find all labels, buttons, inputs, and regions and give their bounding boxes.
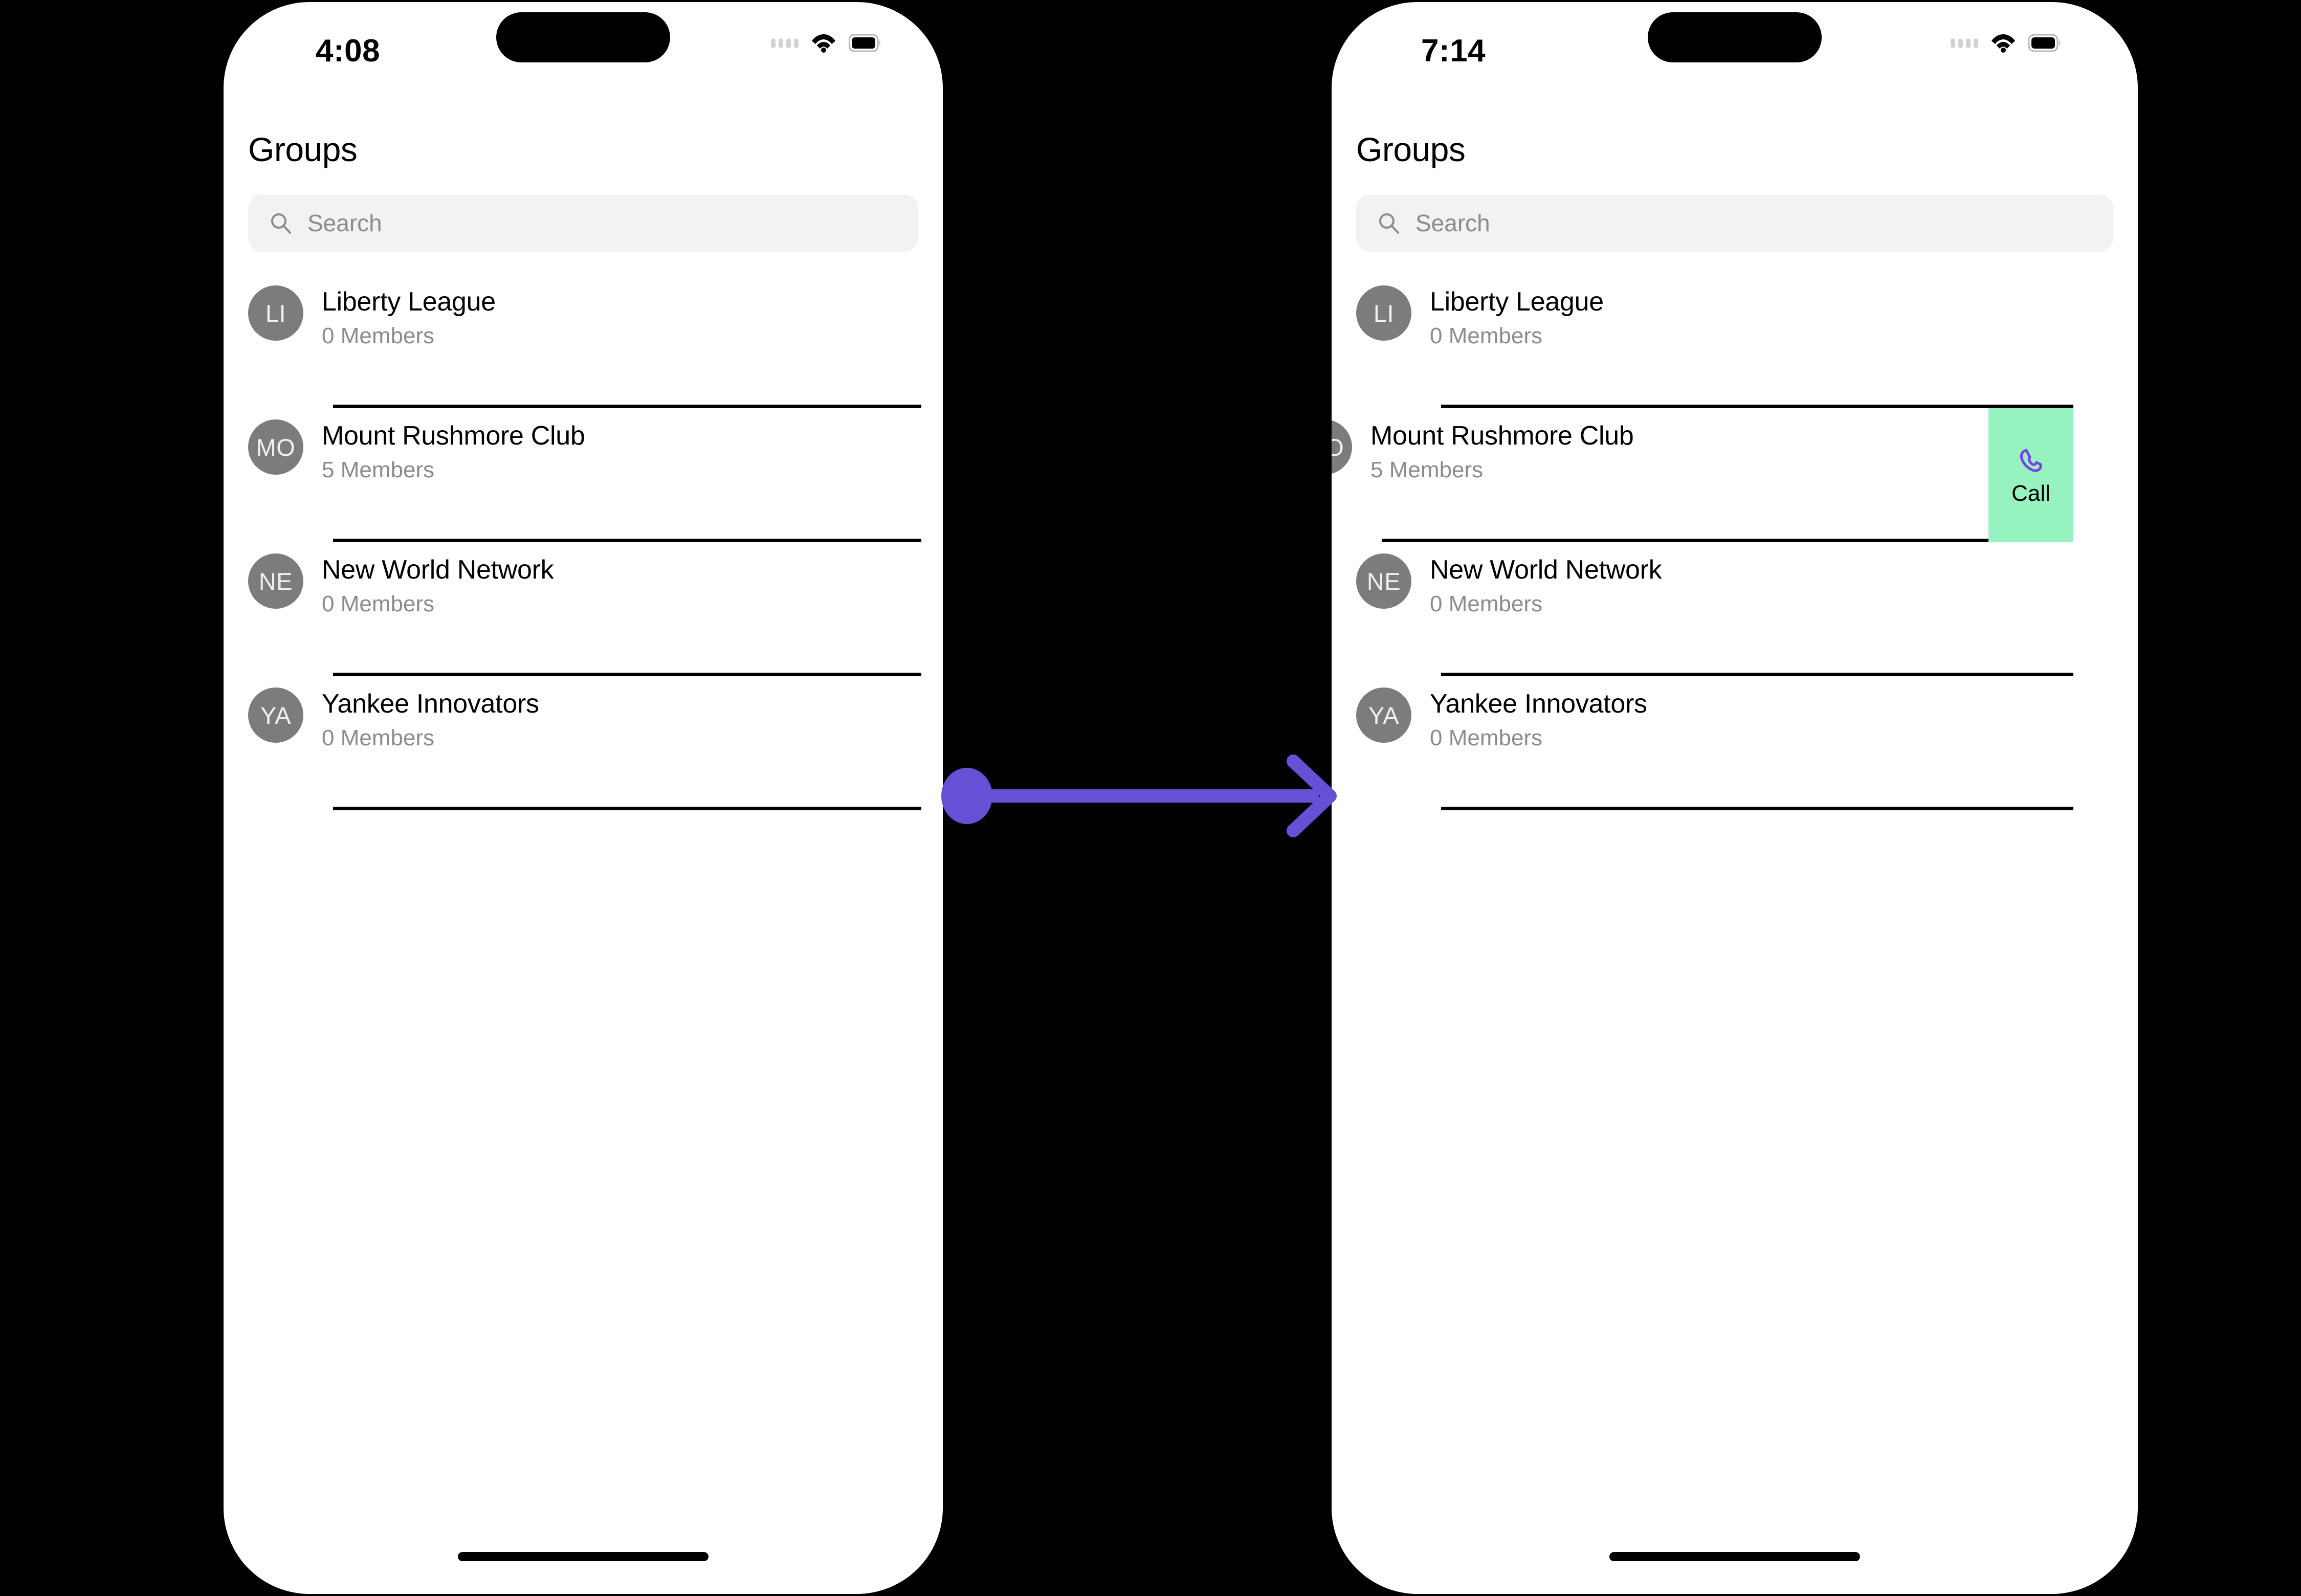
list-item-content: YA Yankee Innovators 0 Members xyxy=(224,676,943,810)
home-indicator[interactable] xyxy=(458,1552,709,1561)
search-input[interactable]: Search xyxy=(1356,194,2113,252)
status-bar-time: 7:14 xyxy=(1421,33,1486,69)
list-item-texts: New World Network 0 Members xyxy=(1430,553,1662,617)
list-item-texts: Yankee Innovators 0 Members xyxy=(322,688,539,751)
list-item-content: NE New World Network 0 Members xyxy=(1332,542,2138,676)
row-separator xyxy=(333,807,921,810)
call-swipe-action-button[interactable]: Call xyxy=(1988,408,2073,542)
list-item-content: NE New World Network 0 Members xyxy=(224,542,943,676)
list-item-texts: Mount Rushmore Club 5 Members xyxy=(322,419,585,483)
list-item-texts: Liberty League 0 Members xyxy=(322,285,496,349)
search-icon xyxy=(1378,212,1400,234)
screen-content: Groups Search LI Liberty League 0 Member… xyxy=(1332,130,2138,810)
group-name: Liberty League xyxy=(1430,287,1604,317)
status-bar: 7:14 xyxy=(1332,2,2138,99)
screen-content: Groups Search LI Liberty League 0 Member… xyxy=(224,130,943,810)
call-action-label: Call xyxy=(2011,481,2050,506)
group-name: Yankee Innovators xyxy=(1430,689,1647,719)
row-separator xyxy=(1441,673,2073,676)
list-item[interactable]: MO Mount Rushmore Club 5 Members xyxy=(224,408,943,542)
swipe-flow-arrow xyxy=(941,755,1337,837)
search-placeholder: Search xyxy=(1415,210,1490,236)
list-item[interactable]: YA Yankee Innovators 0 Members xyxy=(1332,676,2138,810)
avatar: LI xyxy=(1356,285,1411,341)
dynamic-island xyxy=(1648,12,1822,62)
phone-screen-after: 7:14 Groups Search LI Liberty League 0 M… xyxy=(1332,2,2138,1594)
group-name: Mount Rushmore Club xyxy=(1370,421,1634,451)
list-item-swiped[interactable]: MO Mount Rushmore Club 5 Members Call xyxy=(1332,408,2138,542)
list-item-texts: Liberty League 0 Members xyxy=(1430,285,1604,349)
battery-icon xyxy=(849,34,881,52)
group-name: Yankee Innovators xyxy=(322,689,539,719)
list-item-content: MO Mount Rushmore Club 5 Members xyxy=(224,408,943,542)
row-separator xyxy=(1441,807,2073,810)
list-item-texts: Mount Rushmore Club 5 Members xyxy=(1370,419,1634,483)
page-title: Groups xyxy=(1356,130,1466,168)
phone-screen-before: 4:08 Groups Search LI Liberty League 0 M… xyxy=(224,2,943,1594)
member-count: 0 Members xyxy=(322,591,435,616)
list-item-content: MO Mount Rushmore Club 5 Members xyxy=(1332,408,2078,542)
cellular-dots-icon xyxy=(771,38,799,48)
search-input[interactable]: Search xyxy=(248,194,918,252)
group-name: New World Network xyxy=(322,555,554,585)
member-count: 0 Members xyxy=(1430,323,1543,348)
list-item-content: LI Liberty League 0 Members xyxy=(224,274,943,408)
row-separator xyxy=(333,405,921,408)
groups-list: LI Liberty League 0 Members MO Mount Rus… xyxy=(224,274,943,810)
search-icon xyxy=(270,212,292,234)
member-count: 5 Members xyxy=(1370,457,1484,482)
status-bar-time: 4:08 xyxy=(316,33,381,69)
row-separator xyxy=(333,673,921,676)
avatar: NE xyxy=(1356,553,1411,609)
list-item[interactable]: YA Yankee Innovators 0 Members xyxy=(224,676,943,810)
wifi-icon xyxy=(811,33,836,53)
avatar: NE xyxy=(248,553,303,609)
list-item-texts: Yankee Innovators 0 Members xyxy=(1430,688,1647,751)
list-item[interactable]: LI Liberty League 0 Members xyxy=(1332,274,2138,408)
list-item[interactable]: NE New World Network 0 Members xyxy=(1332,542,2138,676)
page-title: Groups xyxy=(248,130,358,168)
member-count: 0 Members xyxy=(322,725,435,750)
group-name: Liberty League xyxy=(322,287,496,317)
avatar: MO xyxy=(248,419,303,475)
cellular-dots-icon xyxy=(1951,38,1978,48)
list-item-content: YA Yankee Innovators 0 Members xyxy=(1332,676,2138,810)
groups-list: LI Liberty League 0 Members MO Mount Rus… xyxy=(1332,274,2138,810)
home-indicator[interactable] xyxy=(1609,1552,1860,1561)
row-separator xyxy=(333,539,921,542)
group-name: Mount Rushmore Club xyxy=(322,421,585,451)
battery-icon xyxy=(2028,34,2061,52)
list-item-content: LI Liberty League 0 Members xyxy=(1332,274,2138,408)
member-count: 5 Members xyxy=(322,457,435,482)
row-separator xyxy=(1441,405,2073,408)
row-separator xyxy=(1382,539,2073,542)
member-count: 0 Members xyxy=(1430,591,1543,616)
list-item[interactable]: LI Liberty League 0 Members xyxy=(224,274,943,408)
status-bar: 4:08 xyxy=(224,2,943,99)
dynamic-island xyxy=(496,12,670,62)
wifi-icon xyxy=(1990,33,2016,53)
avatar: LI xyxy=(248,285,303,341)
member-count: 0 Members xyxy=(1430,725,1543,750)
group-name: New World Network xyxy=(1430,555,1662,585)
search-placeholder: Search xyxy=(307,210,382,236)
status-bar-indicators xyxy=(1951,33,2061,53)
avatar: MO xyxy=(1332,419,1352,475)
member-count: 0 Members xyxy=(322,323,435,348)
list-item-texts: New World Network 0 Members xyxy=(322,553,554,617)
status-bar-indicators xyxy=(771,33,881,53)
list-item[interactable]: NE New World Network 0 Members xyxy=(224,542,943,676)
phone-handset-icon xyxy=(2015,444,2047,476)
avatar: YA xyxy=(1356,688,1411,743)
avatar: YA xyxy=(248,688,303,743)
